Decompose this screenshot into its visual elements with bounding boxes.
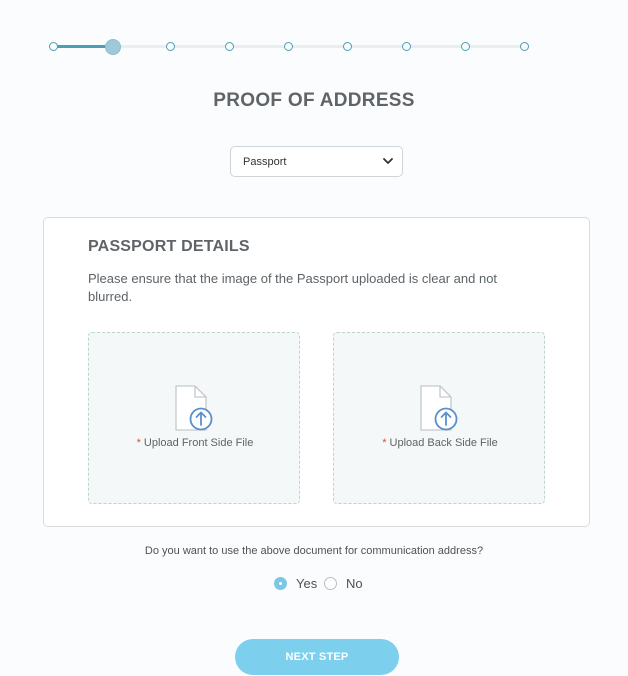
step-3-dot[interactable] (166, 42, 175, 51)
radio-yes-circle[interactable] (274, 577, 287, 590)
upload-back-text: Upload Back Side File (389, 437, 498, 449)
required-asterisk: * (382, 437, 387, 449)
step-1-dot[interactable] (49, 42, 58, 51)
upload-front-label: * Upload Front Side File (89, 437, 301, 449)
progress-stepper (0, 0, 628, 70)
stepper-progress-fill (53, 45, 113, 48)
upload-back-label: * Upload Back Side File (334, 437, 546, 449)
step-5-dot[interactable] (284, 42, 293, 51)
document-type-value: Passport (243, 156, 287, 168)
radio-yes-label[interactable]: Yes (296, 576, 317, 591)
chevron-down-icon (383, 158, 393, 164)
file-upload-icon (420, 385, 458, 431)
upload-front-text: Upload Front Side File (143, 437, 254, 449)
step-8-dot[interactable] (461, 42, 470, 51)
upload-front-dropzone[interactable]: * Upload Front Side File (88, 332, 300, 504)
file-upload-icon (175, 385, 213, 431)
next-step-button[interactable]: NEXT STEP (235, 639, 399, 675)
document-type-select[interactable]: Passport (230, 146, 403, 177)
radio-no-circle[interactable] (324, 577, 337, 590)
communication-address-question: Do you want to use the above document fo… (144, 545, 484, 557)
step-6-dot[interactable] (343, 42, 352, 51)
card-title: PASSPORT DETAILS (88, 238, 250, 255)
step-4-dot[interactable] (225, 42, 234, 51)
required-asterisk: * (136, 437, 141, 449)
passport-details-card: PASSPORT DETAILS Please ensure that the … (43, 217, 590, 527)
card-description: Please ensure that the image of the Pass… (88, 271, 498, 304)
step-9-dot[interactable] (520, 42, 529, 51)
step-7-dot[interactable] (402, 42, 411, 51)
upload-back-dropzone[interactable]: * Upload Back Side File (333, 332, 545, 504)
radio-no-label[interactable]: No (346, 576, 363, 591)
page-title: PROOF OF ADDRESS (213, 90, 415, 111)
step-2-dot[interactable] (105, 39, 121, 55)
